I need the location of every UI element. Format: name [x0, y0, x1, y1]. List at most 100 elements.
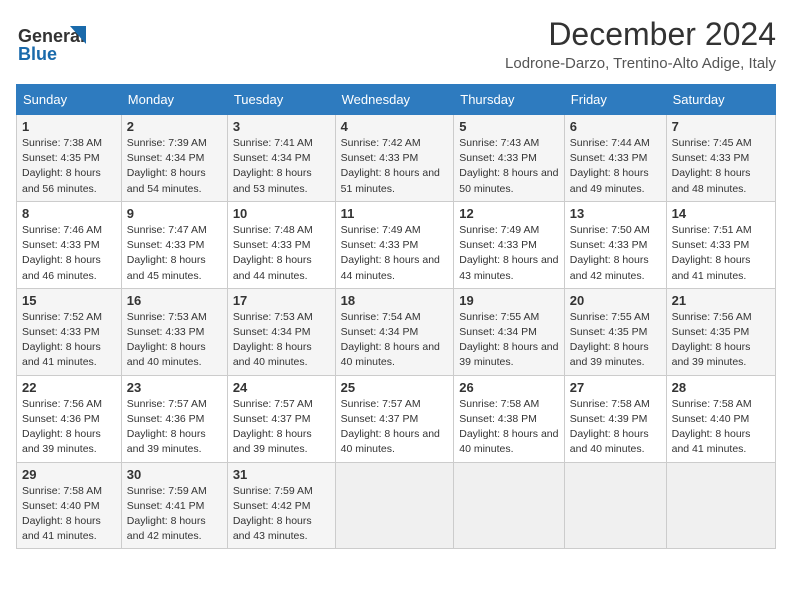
table-row: 19 Sunrise: 7:55 AM Sunset: 4:34 PM Dayl…	[454, 288, 565, 375]
col-tuesday: Tuesday	[227, 85, 335, 115]
table-row: 9 Sunrise: 7:47 AM Sunset: 4:33 PM Dayli…	[121, 201, 227, 288]
table-row	[666, 462, 775, 549]
day-info: Sunrise: 7:43 AM Sunset: 4:33 PM Dayligh…	[459, 136, 559, 197]
sunset-label: Sunset: 4:35 PM	[22, 152, 100, 164]
daylight-label: Daylight: 8 hours and 42 minutes.	[127, 515, 206, 542]
logo-icon: General Blue	[16, 16, 86, 71]
daylight-label: Daylight: 8 hours and 39 minutes.	[570, 341, 649, 368]
day-number: 28	[672, 380, 770, 395]
col-friday: Friday	[564, 85, 666, 115]
day-info: Sunrise: 7:51 AM Sunset: 4:33 PM Dayligh…	[672, 223, 770, 284]
table-row: 1 Sunrise: 7:38 AM Sunset: 4:35 PM Dayli…	[17, 115, 122, 202]
day-number: 25	[341, 380, 449, 395]
daylight-label: Daylight: 8 hours and 40 minutes.	[341, 341, 440, 368]
sunset-label: Sunset: 4:33 PM	[341, 152, 419, 164]
day-number: 3	[233, 119, 330, 134]
table-row: 25 Sunrise: 7:57 AM Sunset: 4:37 PM Dayl…	[335, 375, 454, 462]
day-number: 27	[570, 380, 661, 395]
col-monday: Monday	[121, 85, 227, 115]
daylight-label: Daylight: 8 hours and 49 minutes.	[570, 167, 649, 194]
sunrise-label: Sunrise: 7:38 AM	[22, 137, 102, 149]
daylight-label: Daylight: 8 hours and 41 minutes.	[672, 254, 751, 281]
daylight-label: Daylight: 8 hours and 44 minutes.	[233, 254, 312, 281]
day-number: 11	[341, 206, 449, 221]
day-info: Sunrise: 7:49 AM Sunset: 4:33 PM Dayligh…	[459, 223, 559, 284]
sunrise-label: Sunrise: 7:57 AM	[127, 398, 207, 410]
sunrise-label: Sunrise: 7:49 AM	[459, 224, 539, 236]
table-row: 13 Sunrise: 7:50 AM Sunset: 4:33 PM Dayl…	[564, 201, 666, 288]
day-number: 1	[22, 119, 116, 134]
day-number: 24	[233, 380, 330, 395]
calendar-week-row: 8 Sunrise: 7:46 AM Sunset: 4:33 PM Dayli…	[17, 201, 776, 288]
day-info: Sunrise: 7:57 AM Sunset: 4:36 PM Dayligh…	[127, 397, 222, 458]
table-row: 30 Sunrise: 7:59 AM Sunset: 4:41 PM Dayl…	[121, 462, 227, 549]
sunrise-label: Sunrise: 7:51 AM	[672, 224, 752, 236]
col-saturday: Saturday	[666, 85, 775, 115]
table-row: 2 Sunrise: 7:39 AM Sunset: 4:34 PM Dayli…	[121, 115, 227, 202]
day-number: 6	[570, 119, 661, 134]
table-row: 22 Sunrise: 7:56 AM Sunset: 4:36 PM Dayl…	[17, 375, 122, 462]
sunset-label: Sunset: 4:41 PM	[127, 500, 205, 512]
day-info: Sunrise: 7:55 AM Sunset: 4:34 PM Dayligh…	[459, 310, 559, 371]
day-number: 26	[459, 380, 559, 395]
sunrise-label: Sunrise: 7:56 AM	[22, 398, 102, 410]
sunrise-label: Sunrise: 7:44 AM	[570, 137, 650, 149]
page-subtitle: Lodrone-Darzo, Trentino-Alto Adige, Ital…	[505, 55, 776, 72]
sunset-label: Sunset: 4:33 PM	[22, 239, 100, 251]
sunset-label: Sunset: 4:33 PM	[22, 326, 100, 338]
sunrise-label: Sunrise: 7:39 AM	[127, 137, 207, 149]
sunrise-label: Sunrise: 7:46 AM	[22, 224, 102, 236]
sunrise-label: Sunrise: 7:48 AM	[233, 224, 313, 236]
day-number: 2	[127, 119, 222, 134]
day-info: Sunrise: 7:44 AM Sunset: 4:33 PM Dayligh…	[570, 136, 661, 197]
sunset-label: Sunset: 4:33 PM	[341, 239, 419, 251]
daylight-label: Daylight: 8 hours and 46 minutes.	[22, 254, 101, 281]
daylight-label: Daylight: 8 hours and 39 minutes.	[127, 428, 206, 455]
day-number: 30	[127, 467, 222, 482]
table-row: 10 Sunrise: 7:48 AM Sunset: 4:33 PM Dayl…	[227, 201, 335, 288]
sunset-label: Sunset: 4:39 PM	[570, 413, 648, 425]
day-info: Sunrise: 7:39 AM Sunset: 4:34 PM Dayligh…	[127, 136, 222, 197]
table-row: 4 Sunrise: 7:42 AM Sunset: 4:33 PM Dayli…	[335, 115, 454, 202]
daylight-label: Daylight: 8 hours and 50 minutes.	[459, 167, 558, 194]
table-row: 23 Sunrise: 7:57 AM Sunset: 4:36 PM Dayl…	[121, 375, 227, 462]
sunset-label: Sunset: 4:37 PM	[233, 413, 311, 425]
day-number: 13	[570, 206, 661, 221]
title-area: December 2024 Lodrone-Darzo, Trentino-Al…	[505, 16, 776, 72]
calendar-week-row: 15 Sunrise: 7:52 AM Sunset: 4:33 PM Dayl…	[17, 288, 776, 375]
table-row: 18 Sunrise: 7:54 AM Sunset: 4:34 PM Dayl…	[335, 288, 454, 375]
day-info: Sunrise: 7:54 AM Sunset: 4:34 PM Dayligh…	[341, 310, 449, 371]
day-number: 9	[127, 206, 222, 221]
sunrise-label: Sunrise: 7:54 AM	[341, 311, 421, 323]
page-title: December 2024	[505, 16, 776, 53]
daylight-label: Daylight: 8 hours and 40 minutes.	[459, 428, 558, 455]
sunrise-label: Sunrise: 7:57 AM	[233, 398, 313, 410]
sunrise-label: Sunrise: 7:42 AM	[341, 137, 421, 149]
day-info: Sunrise: 7:58 AM Sunset: 4:38 PM Dayligh…	[459, 397, 559, 458]
day-number: 4	[341, 119, 449, 134]
sunset-label: Sunset: 4:36 PM	[127, 413, 205, 425]
daylight-label: Daylight: 8 hours and 39 minutes.	[672, 341, 751, 368]
table-row: 11 Sunrise: 7:49 AM Sunset: 4:33 PM Dayl…	[335, 201, 454, 288]
sunset-label: Sunset: 4:33 PM	[459, 239, 537, 251]
day-info: Sunrise: 7:53 AM Sunset: 4:34 PM Dayligh…	[233, 310, 330, 371]
day-number: 7	[672, 119, 770, 134]
day-info: Sunrise: 7:59 AM Sunset: 4:41 PM Dayligh…	[127, 484, 222, 545]
daylight-label: Daylight: 8 hours and 39 minutes.	[22, 428, 101, 455]
sunrise-label: Sunrise: 7:43 AM	[459, 137, 539, 149]
table-row: 31 Sunrise: 7:59 AM Sunset: 4:42 PM Dayl…	[227, 462, 335, 549]
sunset-label: Sunset: 4:34 PM	[459, 326, 537, 338]
day-info: Sunrise: 7:56 AM Sunset: 4:35 PM Dayligh…	[672, 310, 770, 371]
table-row: 24 Sunrise: 7:57 AM Sunset: 4:37 PM Dayl…	[227, 375, 335, 462]
day-info: Sunrise: 7:52 AM Sunset: 4:33 PM Dayligh…	[22, 310, 116, 371]
calendar-week-row: 29 Sunrise: 7:58 AM Sunset: 4:40 PM Dayl…	[17, 462, 776, 549]
day-number: 16	[127, 293, 222, 308]
day-info: Sunrise: 7:41 AM Sunset: 4:34 PM Dayligh…	[233, 136, 330, 197]
sunrise-label: Sunrise: 7:53 AM	[233, 311, 313, 323]
day-number: 12	[459, 206, 559, 221]
sunset-label: Sunset: 4:33 PM	[459, 152, 537, 164]
sunrise-label: Sunrise: 7:58 AM	[570, 398, 650, 410]
day-number: 21	[672, 293, 770, 308]
day-number: 8	[22, 206, 116, 221]
table-row: 7 Sunrise: 7:45 AM Sunset: 4:33 PM Dayli…	[666, 115, 775, 202]
